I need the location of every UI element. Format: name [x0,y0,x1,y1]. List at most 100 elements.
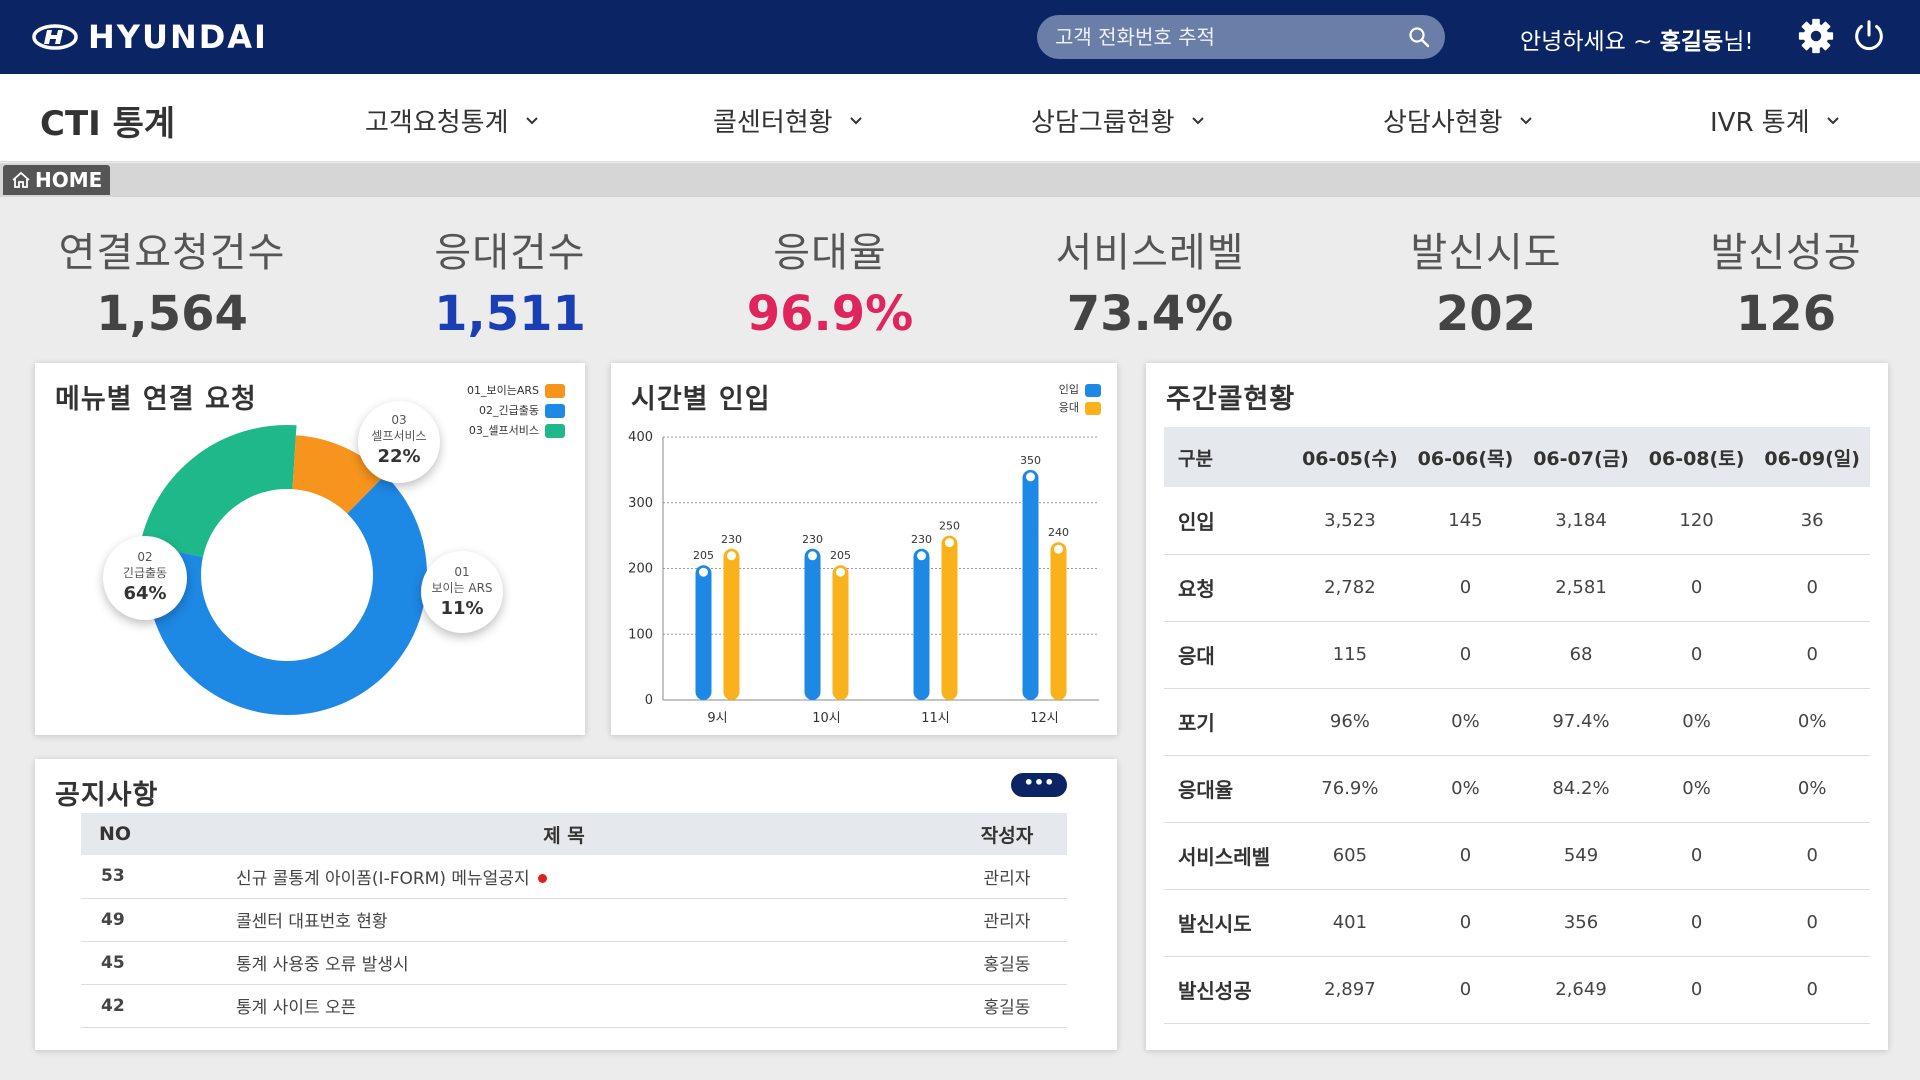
weekly-row: 포기 96% 0% 97.4% 0% 0% [1164,688,1870,756]
notice-col-header: NO [81,813,181,855]
weekly-cell: 84.2% [1523,755,1639,823]
chevron-down-icon [1826,116,1839,124]
weekly-cell: 0% [1754,755,1870,823]
weekly-table: 구분 06-05(수) 06-06(목) 06-07(금) 06-08(토) 0… [1164,427,1870,1024]
home-icon [12,171,30,188]
card-title: 주간콜현황 [1166,384,1296,415]
kpi-value: 126 [1735,286,1837,342]
nav-item-customer-requests[interactable]: 고객요청통계 [365,102,539,139]
weekly-cell: 2,782 [1292,554,1408,622]
notice-title-link[interactable]: 통계 사용중 오류 발생시 [236,955,409,975]
nav-item-callcenter[interactable]: 콜센터현황 [713,102,863,139]
hyundai-logo[interactable]: HYUNDAI [32,18,268,56]
power-icon[interactable] [1850,17,1888,55]
weekly-cell: 0 [1754,956,1870,1024]
gear-icon[interactable] [1797,17,1835,55]
notice-title-cell: 통계 사이트 오픈 [181,984,947,1028]
bar-cap-dot [727,551,736,561]
weekly-cell: 68 [1523,621,1639,689]
kpi-value: 73.4% [1066,286,1234,342]
nav-item-consult-group[interactable]: 상담그룹현황 [1031,102,1205,139]
kpi-value: 1,564 [96,286,248,342]
weekly-cell: 0 [1407,554,1524,622]
weekly-cell: 76.9% [1292,755,1408,823]
weekly-cell: 0 [1407,621,1524,689]
bar-인입-9시 [695,565,712,700]
breadcrumb: HOME [0,163,1920,197]
notice-row[interactable]: 53 신규 콜통계 아이폼(I-FORM) 메뉴얼공지 관리자 [81,855,1067,899]
bar-value-label: 230 [911,533,932,546]
nav-item-agents[interactable]: 상담사현황 [1383,102,1533,139]
weekly-cell: 0% [1407,755,1524,823]
weekly-cell: 2,581 [1523,554,1639,622]
x-tick-label: 9시 [707,711,727,726]
bar-인입-10시 [804,548,821,700]
main-nav: CTI 통계 고객요청통계 콜센터현황 상담그룹현황 상담사현황 IVR 통계 [0,74,1920,162]
bar-value-label: 205 [693,549,714,562]
notice-number: 53 [81,855,181,899]
nav-item-label: 콜센터현황 [713,108,833,138]
nav-item-ivr[interactable]: IVR 통계 [1710,102,1840,139]
search-input[interactable] [1055,15,1395,59]
y-tick-label: 300 [628,496,653,511]
kpi-label: 발신성공 [1710,230,1862,276]
search-icon[interactable] [1407,25,1431,49]
weekly-cell: 0 [1754,889,1870,957]
weekly-row-label: 포기 [1164,688,1293,756]
weekly-cell: 0 [1638,822,1755,890]
page-title: CTI 통계 [40,104,176,144]
kpi-answered: 응대건수 1,511 [360,220,660,342]
chevron-down-icon [1191,116,1204,124]
new-indicator-dot [537,874,547,884]
weekly-cell: 145 [1407,487,1524,555]
weekly-row: 응대율 76.9% 0% 84.2% 0% 0% [1164,755,1870,823]
notice-author: 관리자 [947,898,1067,942]
weekly-cell: 2,649 [1523,956,1639,1024]
nav-item-label: 고객요청통계 [365,108,509,138]
notice-number: 45 [81,941,181,985]
weekly-cell: 0% [1638,688,1755,756]
weekly-cell: 0 [1754,621,1870,689]
weekly-cell: 0 [1407,956,1524,1024]
notice-title-link[interactable]: 통계 사이트 오픈 [236,998,356,1018]
weekly-cell: 0% [1754,688,1870,756]
notice-title-link[interactable]: 콜센터 대표번호 현황 [236,912,388,932]
x-tick-label: 10시 [812,711,841,726]
weekly-cell: 549 [1523,822,1639,890]
weekly-calls-card: 주간콜현황 구분 06-05(수) 06-06(목) 06-07(금) 06-0… [1146,363,1888,1050]
notice-title-link[interactable]: 신규 콜통계 아이폼(I-FORM) 메뉴얼공지 [236,869,530,889]
search-box [1037,15,1445,59]
home-button[interactable]: HOME [3,165,111,195]
chevron-down-icon [849,116,862,124]
bar-value-label: 350 [1020,454,1041,467]
card-title: 공지사항 [55,780,159,811]
chevron-down-icon [525,116,538,124]
hourly-inbound-card: 시간별 인입 인입 응대 0 100 200 300 400 205 230 9시 230 205… [611,363,1117,735]
chevron-down-icon [1519,116,1532,124]
donut-bubble-self-service: 03 셀프서비스 22% [358,401,440,483]
y-tick-label: 0 [645,693,653,708]
notice-number: 42 [81,984,181,1028]
weekly-cell: 0 [1638,889,1755,957]
bar-cap-dot [1054,544,1063,554]
more-button[interactable]: ••• [1011,773,1067,797]
donut-bubble-emergency: 02 긴급출동 64% [103,536,187,620]
bubble-percent: 22% [377,446,421,467]
home-label: HOME [35,168,103,192]
notice-row[interactable]: 49 콜센터 대표번호 현황 관리자 [81,898,1067,942]
notice-table: NO 제 목 작성자 53 신규 콜통계 아이폼(I-FORM) 메뉴얼공지 관리자… [81,813,1067,1028]
notice-row[interactable]: 42 통계 사이트 오픈 홍길동 [81,984,1067,1028]
bar-응대-10시 [832,565,849,700]
notice-col-header: 제 목 [181,813,947,855]
bubble-number: 03 [391,413,407,427]
bubble-number: 01 [454,565,470,579]
donut-slice-03_셀프서비스 [140,425,297,558]
y-tick-label: 200 [628,562,653,577]
weekly-cell: 0 [1638,554,1755,622]
weekly-col-header: 구분 [1164,427,1293,487]
bar-value-label: 240 [1048,526,1069,539]
weekly-row-label: 요청 [1164,554,1293,622]
weekly-row: 서비스레벨 605 0 549 0 0 [1164,822,1870,890]
notice-row[interactable]: 45 통계 사용중 오류 발생시 홍길동 [81,941,1067,985]
kpi-connection-requests: 연결요청건수 1,564 [22,220,322,342]
